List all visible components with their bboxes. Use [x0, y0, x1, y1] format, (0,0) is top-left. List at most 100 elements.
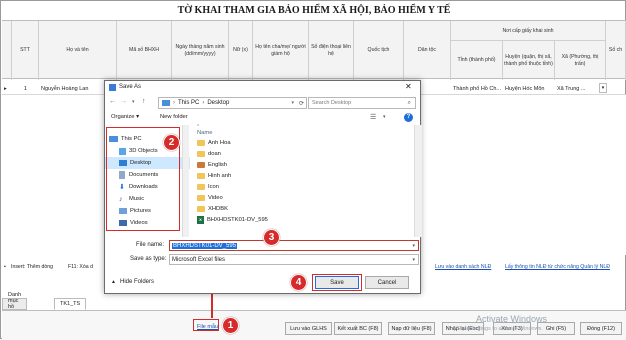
new-folder-button[interactable]: New folder — [160, 114, 188, 120]
close-button[interactable]: Đóng (F12) — [580, 322, 622, 335]
table-header: STT Họ và tên Mã số BHXH Ngày tháng năm … — [2, 20, 626, 80]
excel-file-icon: X — [197, 216, 204, 225]
app-window: TỜ KHAI THAM GIA BẢO HIỂM XÃ HỘI, BẢO HI… — [0, 0, 626, 340]
cell-district[interactable]: Huyện Hóc Môn — [503, 82, 555, 95]
file-list-scrollbar[interactable] — [414, 125, 422, 237]
list-item[interactable]: X BHXHDSTK01-DV_595 — [197, 215, 268, 226]
load-data-button[interactable]: Nạp dữ liệu (F8) — [388, 322, 435, 335]
address-dropdown-icon[interactable]: ▾ — [291, 100, 294, 106]
list-item[interactable]: Hinh anh — [197, 171, 231, 182]
cell-province[interactable]: Thành phố Hồ Ch... — [451, 82, 503, 95]
file-name: Hinh anh — [208, 173, 232, 180]
file-name: doan — [208, 151, 221, 158]
view-dropdown-icon[interactable]: ▾ — [383, 114, 386, 120]
cell-ward[interactable]: Xã Trung ... — [555, 82, 599, 95]
callout-badge: 1 — [222, 317, 239, 334]
list-item[interactable]: English — [197, 160, 227, 171]
list-item[interactable]: XHDBK — [197, 204, 228, 215]
cancel-button[interactable]: Cancel — [365, 276, 409, 289]
folder-icon — [197, 173, 205, 180]
address-bar[interactable]: › This PC › Desktop ▾ ⟳ — [158, 97, 307, 109]
file-name: Anh Hoa — [208, 140, 231, 147]
folder-icon — [197, 151, 205, 158]
group-birthplace: Nơi cấp giấy khai sinh — [451, 21, 606, 41]
chevron-up-icon[interactable]: ▲ — [111, 279, 116, 285]
file-name: Video — [208, 195, 223, 202]
col-district: Huyện (quận, thị xã, thành phố thuộc tỉn… — [503, 41, 555, 80]
file-name-row: File name: BHXHDSTK01-DV_595 ▾ — [105, 240, 420, 253]
activate-windows-subtext: Go to Settings to activate Windows. — [456, 326, 543, 332]
dialog-titlebar: Save As ✕ — [105, 81, 420, 95]
dialog-title: Save As — [119, 84, 142, 90]
file-name-value: BHXHDSTK01-DV_595 — [172, 242, 238, 249]
col-bhxh: Mã số BHXH — [117, 21, 172, 80]
col-female: Nữ (x) — [229, 21, 253, 80]
save-employee-list-link[interactable]: Lưu vào danh sách NLĐ — [435, 264, 491, 270]
ward-dropdown-icon[interactable]: ▾ — [599, 83, 607, 93]
refresh-icon[interactable]: ⟳ — [299, 100, 304, 107]
col-phone: Số điện thoại liên hệ — [309, 21, 354, 80]
callout-box-file-link — [193, 319, 219, 331]
view-options-icon[interactable]: ☰ — [370, 113, 376, 121]
col-ward: Xã (Phường, thị trấn) — [555, 41, 606, 80]
save-as-dialog: Save As ✕ ← → ▾ ↑ › This PC › Desktop ▾ … — [104, 80, 422, 294]
nav-scrollbar[interactable] — [182, 125, 189, 237]
list-item[interactable]: Video — [197, 193, 223, 204]
folder-icon — [197, 195, 205, 202]
recent-dropdown-icon[interactable]: ▾ — [132, 99, 135, 105]
cell-stt[interactable]: 1 — [12, 82, 39, 95]
file-name: BHXHDSTK01-DV_595 — [207, 217, 268, 224]
row-handle-header — [2, 21, 12, 80]
export-report-button[interactable]: Kết xuất BC (F8) — [334, 322, 382, 335]
dialog-toolbar: Organize ▾ New folder ☰ ▾ ? — [105, 112, 420, 124]
list-item[interactable]: Anh Hoa — [197, 138, 231, 149]
col-ethnic: Dân tộc — [404, 21, 451, 80]
tab-tk1[interactable]: TK1_TS — [54, 298, 87, 310]
folder-icon — [197, 206, 205, 213]
save-type-value: Microsoft Excel files — [172, 256, 226, 263]
help-icon[interactable]: ? — [404, 113, 413, 122]
close-icon[interactable]: ✕ — [405, 82, 412, 91]
save-to-glhs-button[interactable]: Lưu vào GLHS — [285, 322, 332, 335]
insert-hint: Insert: Thêm dòng — [11, 264, 54, 270]
name-column-header[interactable]: Name — [197, 130, 212, 136]
hide-folders-button[interactable]: Hide Folders — [120, 279, 154, 285]
organize-button[interactable]: Organize ▾ — [111, 114, 139, 120]
file-name-input[interactable]: BHXHDSTK01-DV_595 ▾ — [169, 240, 419, 251]
callout-badge: 2 — [163, 134, 180, 151]
file-list: Name ^ Anh Hoa doan English Hinh anh Ico… — [192, 124, 422, 237]
tab-document-list[interactable]: Danh mục hồ sơ — [2, 292, 28, 316]
file-name: English — [208, 162, 228, 169]
breadcrumb-desktop[interactable]: Desktop — [207, 100, 229, 106]
list-item[interactable]: doan — [197, 149, 221, 160]
dialog-footer: ▲ Hide Folders Save Cancel — [105, 272, 420, 294]
save-type-select[interactable]: Microsoft Excel files ▾ — [169, 254, 419, 265]
address-row: ← → ▾ ↑ › This PC › Desktop ▾ ⟳ Search D… — [105, 96, 420, 110]
fetch-employee-info-link[interactable]: Lấy thông tin NLĐ từ chức năng Quản lý N… — [505, 264, 610, 270]
folder-icon — [197, 184, 205, 191]
col-guardian: Họ tên cha/mẹ/ người giám hộ — [253, 21, 309, 80]
callout-badge: 3 — [263, 229, 280, 246]
file-name: Icon — [208, 184, 219, 191]
col-stt: STT — [12, 21, 39, 80]
col-nationality: Quốc tịch — [354, 21, 404, 80]
file-name-dropdown-icon[interactable]: ▾ — [412, 243, 415, 249]
search-placeholder: Search Desktop — [312, 100, 352, 106]
search-input[interactable]: Search Desktop ⌕ — [308, 97, 416, 109]
back-arrow-icon[interactable]: ← — [109, 98, 116, 105]
file-name: XHDBK — [208, 206, 228, 213]
save-type-dropdown-icon[interactable]: ▾ — [412, 257, 415, 263]
pc-icon — [162, 100, 170, 106]
save-type-label: Save as type: — [130, 256, 167, 262]
folder-icon — [197, 140, 205, 147]
up-arrow-icon[interactable]: ↑ — [142, 98, 146, 105]
col-dob: Ngày tháng năm sinh (dd/mm/yyyy) — [172, 21, 229, 80]
sort-chevron-icon: ^ — [197, 124, 200, 130]
forward-arrow-icon[interactable]: → — [120, 98, 127, 105]
list-item[interactable]: Icon — [197, 182, 219, 193]
row-pointer-icon: ▸ — [4, 85, 7, 92]
file-name-label: File name: — [136, 242, 165, 248]
app-icon — [109, 84, 116, 91]
callout-badge: 4 — [290, 274, 307, 291]
breadcrumb-this-pc[interactable]: This PC — [178, 100, 199, 106]
